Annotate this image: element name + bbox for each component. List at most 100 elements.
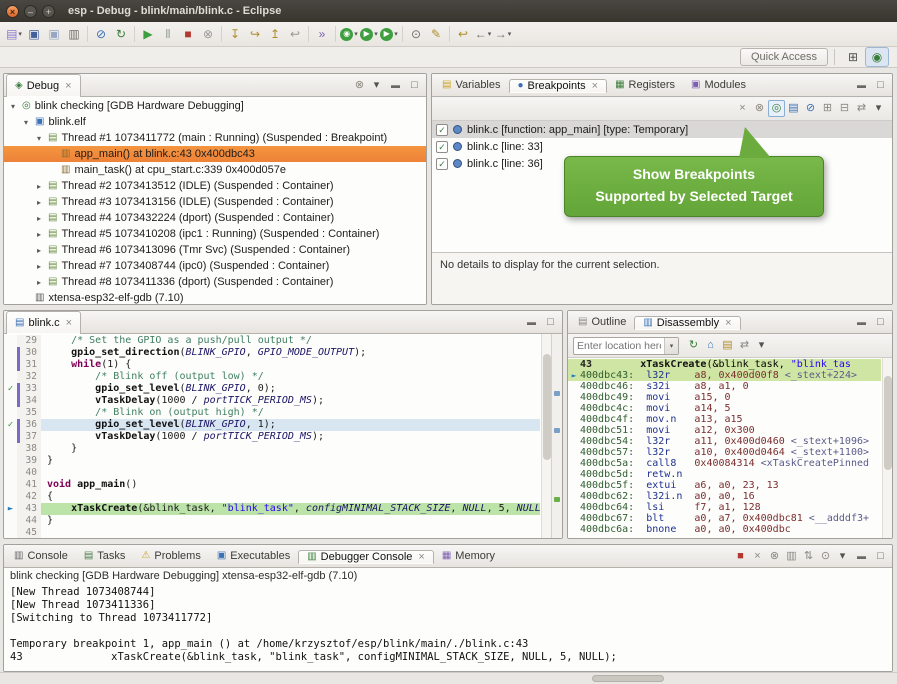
- disassembly-line[interactable]: ► 400dbc43: l32r a8, 0x400d00f8 <_stext+…: [568, 370, 881, 381]
- forward-icon[interactable]: → ▾: [493, 24, 513, 44]
- maximize-icon[interactable]: □: [872, 548, 889, 565]
- refresh-icon[interactable]: ↻: [685, 337, 702, 354]
- minimize-icon[interactable]: ▬: [523, 314, 540, 331]
- code-line[interactable]: ✓► 40: [4, 467, 540, 479]
- tab-executables[interactable]: ▣ Executables ×: [209, 550, 298, 562]
- horizontal-scrollbar-thumb[interactable]: [592, 675, 664, 682]
- editor-gutter[interactable]: ✓►: [4, 467, 17, 479]
- close-icon[interactable]: ×: [66, 317, 72, 329]
- new-search-icon[interactable]: ⊙ ▾: [406, 24, 426, 44]
- view-menu-icon[interactable]: ▾: [753, 337, 770, 354]
- expander-icon[interactable]: ▸: [34, 214, 44, 223]
- code-line[interactable]: ✓► 29 /* Set the GPIO as a push/pull out…: [4, 335, 540, 347]
- disassembly-line[interactable]: ► 400dbc67: blt a0, a7, 0x400dbc81 <__ad…: [568, 513, 881, 524]
- code-editor[interactable]: ✓► 29 /* Set the GPIO as a push/pull out…: [4, 334, 562, 538]
- scroll-lock-icon[interactable]: ⇅: [800, 548, 817, 565]
- view-menu-icon[interactable]: ▾: [870, 100, 887, 117]
- disassembly-line[interactable]: ► 43 xTaskCreate(&blink_task, "blink_tas: [568, 359, 881, 370]
- new-wizard-icon[interactable]: ▤ ▾: [4, 24, 24, 44]
- save-all-icon[interactable]: ▣ ▾: [44, 24, 64, 44]
- editor-vertical-scrollbar[interactable]: [541, 334, 551, 538]
- tab-modules[interactable]: ▣ Modules ×: [683, 79, 754, 91]
- breakpoint-checkbox[interactable]: ✓: [436, 141, 448, 153]
- code-line[interactable]: ✓► 34 vTaskDelay(1000 / portTICK_PERIOD_…: [4, 395, 540, 407]
- disassembly-line[interactable]: ► 400dbc46: s32i a8, a1, 0: [568, 381, 881, 392]
- save-icon[interactable]: ▣ ▾: [24, 24, 44, 44]
- tab-registers[interactable]: ▦ Registers ×: [607, 79, 683, 91]
- tab-disassembly[interactable]: ▥ Disassembly ×: [634, 316, 740, 330]
- editor-gutter[interactable]: ✓►: [4, 407, 17, 419]
- remove-all-breakpoints-icon[interactable]: ⊗: [751, 100, 768, 117]
- breakpoint-row[interactable]: ✓ blink.c [line: 33]: [432, 138, 892, 155]
- code-line[interactable]: ✓► 31 while(1) {: [4, 359, 540, 371]
- step-return-icon[interactable]: ↥ ▾: [265, 24, 285, 44]
- overview-mark[interactable]: [554, 497, 560, 502]
- suspend-icon[interactable]: Ⅱ ▾: [158, 24, 178, 44]
- expander-icon[interactable]: ▸: [34, 230, 44, 239]
- quick-access-button[interactable]: Quick Access: [740, 48, 828, 66]
- close-icon[interactable]: ×: [418, 551, 424, 563]
- debug-icon[interactable]: ◉ ▾: [339, 24, 359, 44]
- breakpoint-checkbox[interactable]: ✓: [436, 124, 448, 136]
- code-line[interactable]: ✓► 37 vTaskDelay(1000 / portTICK_PERIOD_…: [4, 431, 540, 443]
- thread-node[interactable]: ▸ ▤ Thread #7 1073408744 (ipc0) (Suspend…: [4, 258, 426, 274]
- expander-icon[interactable]: ▾: [8, 102, 18, 111]
- editor-gutter[interactable]: ✓►: [4, 383, 17, 395]
- code-line[interactable]: ✓► 44 }: [4, 515, 540, 527]
- code-line[interactable]: ✓► 36 gpio_set_level(BLINK_GPIO, 1);: [4, 419, 540, 431]
- goto-pc-icon[interactable]: ⌂: [702, 337, 719, 354]
- remove-all-terminated-icon[interactable]: ⊗: [351, 77, 368, 94]
- remove-breakpoint-icon[interactable]: ×: [734, 100, 751, 117]
- editor-gutter[interactable]: ✓►: [4, 395, 17, 407]
- disconnect-icon[interactable]: ⊗ ▾: [198, 24, 218, 44]
- remove-launch-icon[interactable]: ×: [749, 548, 766, 565]
- disassembly-vertical-scrollbar[interactable]: [882, 358, 892, 538]
- external-tools-icon[interactable]: ▶ ▾: [379, 24, 399, 44]
- minimize-icon[interactable]: ▬: [853, 548, 870, 565]
- scrollbar-thumb[interactable]: [884, 376, 892, 470]
- code-line[interactable]: ✓► 42 {: [4, 491, 540, 503]
- run-icon[interactable]: ▶ ▾: [359, 24, 379, 44]
- stack-frame-node[interactable]: ▥ app_main() at blink.c:43 0x400dbc43: [4, 146, 426, 162]
- tab-variables[interactable]: ▤ Variables ×: [434, 79, 509, 91]
- editor-gutter[interactable]: ✓►: [4, 503, 17, 515]
- thread-node[interactable]: ▸ ▤ Thread #4 1073432224 (dport) (Suspen…: [4, 210, 426, 226]
- step-into-icon[interactable]: ↧ ▾: [225, 24, 245, 44]
- overview-mark[interactable]: [554, 391, 560, 396]
- thread-node[interactable]: ▸ ▤ Thread #6 1073413096 (Tmr Svc) (Susp…: [4, 242, 426, 258]
- back-icon[interactable]: ← ▾: [473, 24, 493, 44]
- tab-blink-c[interactable]: ▤ blink.c ×: [6, 311, 81, 334]
- disassembly-line[interactable]: ► 400dbc4f: mov.n a13, a15: [568, 414, 881, 425]
- disassembly-line[interactable]: ► 400dbc51: movi a12, 0x300: [568, 425, 881, 436]
- debug-tree[interactable]: ▾ ◎ blink checking [GDB Hardware Debuggi…: [4, 97, 426, 304]
- remove-all-launches-icon[interactable]: ⊗: [766, 548, 783, 565]
- expander-icon[interactable]: ▸: [34, 246, 44, 255]
- clear-console-icon[interactable]: ▥: [783, 548, 800, 565]
- maximize-icon[interactable]: □: [542, 314, 559, 331]
- code-line[interactable]: ✓► 39 }: [4, 455, 540, 467]
- step-over-icon[interactable]: ↪ ▾: [245, 24, 265, 44]
- instruction-stepping-icon[interactable]: » ▾: [312, 24, 332, 44]
- terminate-icon[interactable]: ■: [732, 548, 749, 565]
- editor-gutter[interactable]: ✓►: [4, 491, 17, 503]
- thread-node[interactable]: ▸ ▤ Thread #3 1073413156 (IDLE) (Suspend…: [4, 194, 426, 210]
- collapse-all-icon[interactable]: ⊟: [836, 100, 853, 117]
- editor-gutter[interactable]: ✓►: [4, 479, 17, 491]
- code-line[interactable]: ✓► 43 xTaskCreate(&blink_task, "blink_ta…: [4, 503, 540, 515]
- drop-to-frame-icon[interactable]: ↩ ▾: [285, 24, 305, 44]
- expander-icon[interactable]: ▸: [34, 278, 44, 287]
- thread-node[interactable]: ▸ ▤ Thread #2 1073413512 (IDLE) (Suspend…: [4, 178, 426, 194]
- disassembly-line[interactable]: ► 400dbc5f: extui a6, a0, 23, 13: [568, 480, 881, 491]
- overview-ruler[interactable]: [551, 334, 562, 538]
- tab-console[interactable]: ▥ Console ×: [6, 550, 76, 562]
- expand-all-icon[interactable]: ⊞: [819, 100, 836, 117]
- editor-gutter[interactable]: ✓►: [4, 515, 17, 527]
- code-line[interactable]: ✓► 35 /* Blink on (output high) */: [4, 407, 540, 419]
- stack-frame-node[interactable]: ▥ main_task() at cpu_start.c:339 0x400d0…: [4, 162, 426, 178]
- link-with-debug-icon[interactable]: ⇄: [736, 337, 753, 354]
- tab-memory[interactable]: ▦ Memory ×: [434, 550, 503, 562]
- editor-gutter[interactable]: ✓►: [4, 335, 17, 347]
- tab-debug[interactable]: ◈ Debug ×: [6, 74, 81, 97]
- thread-node[interactable]: ▸ ▤ Thread #8 1073411336 (dport) (Suspen…: [4, 274, 426, 290]
- tab-tasks[interactable]: ▤ Tasks ×: [76, 550, 134, 562]
